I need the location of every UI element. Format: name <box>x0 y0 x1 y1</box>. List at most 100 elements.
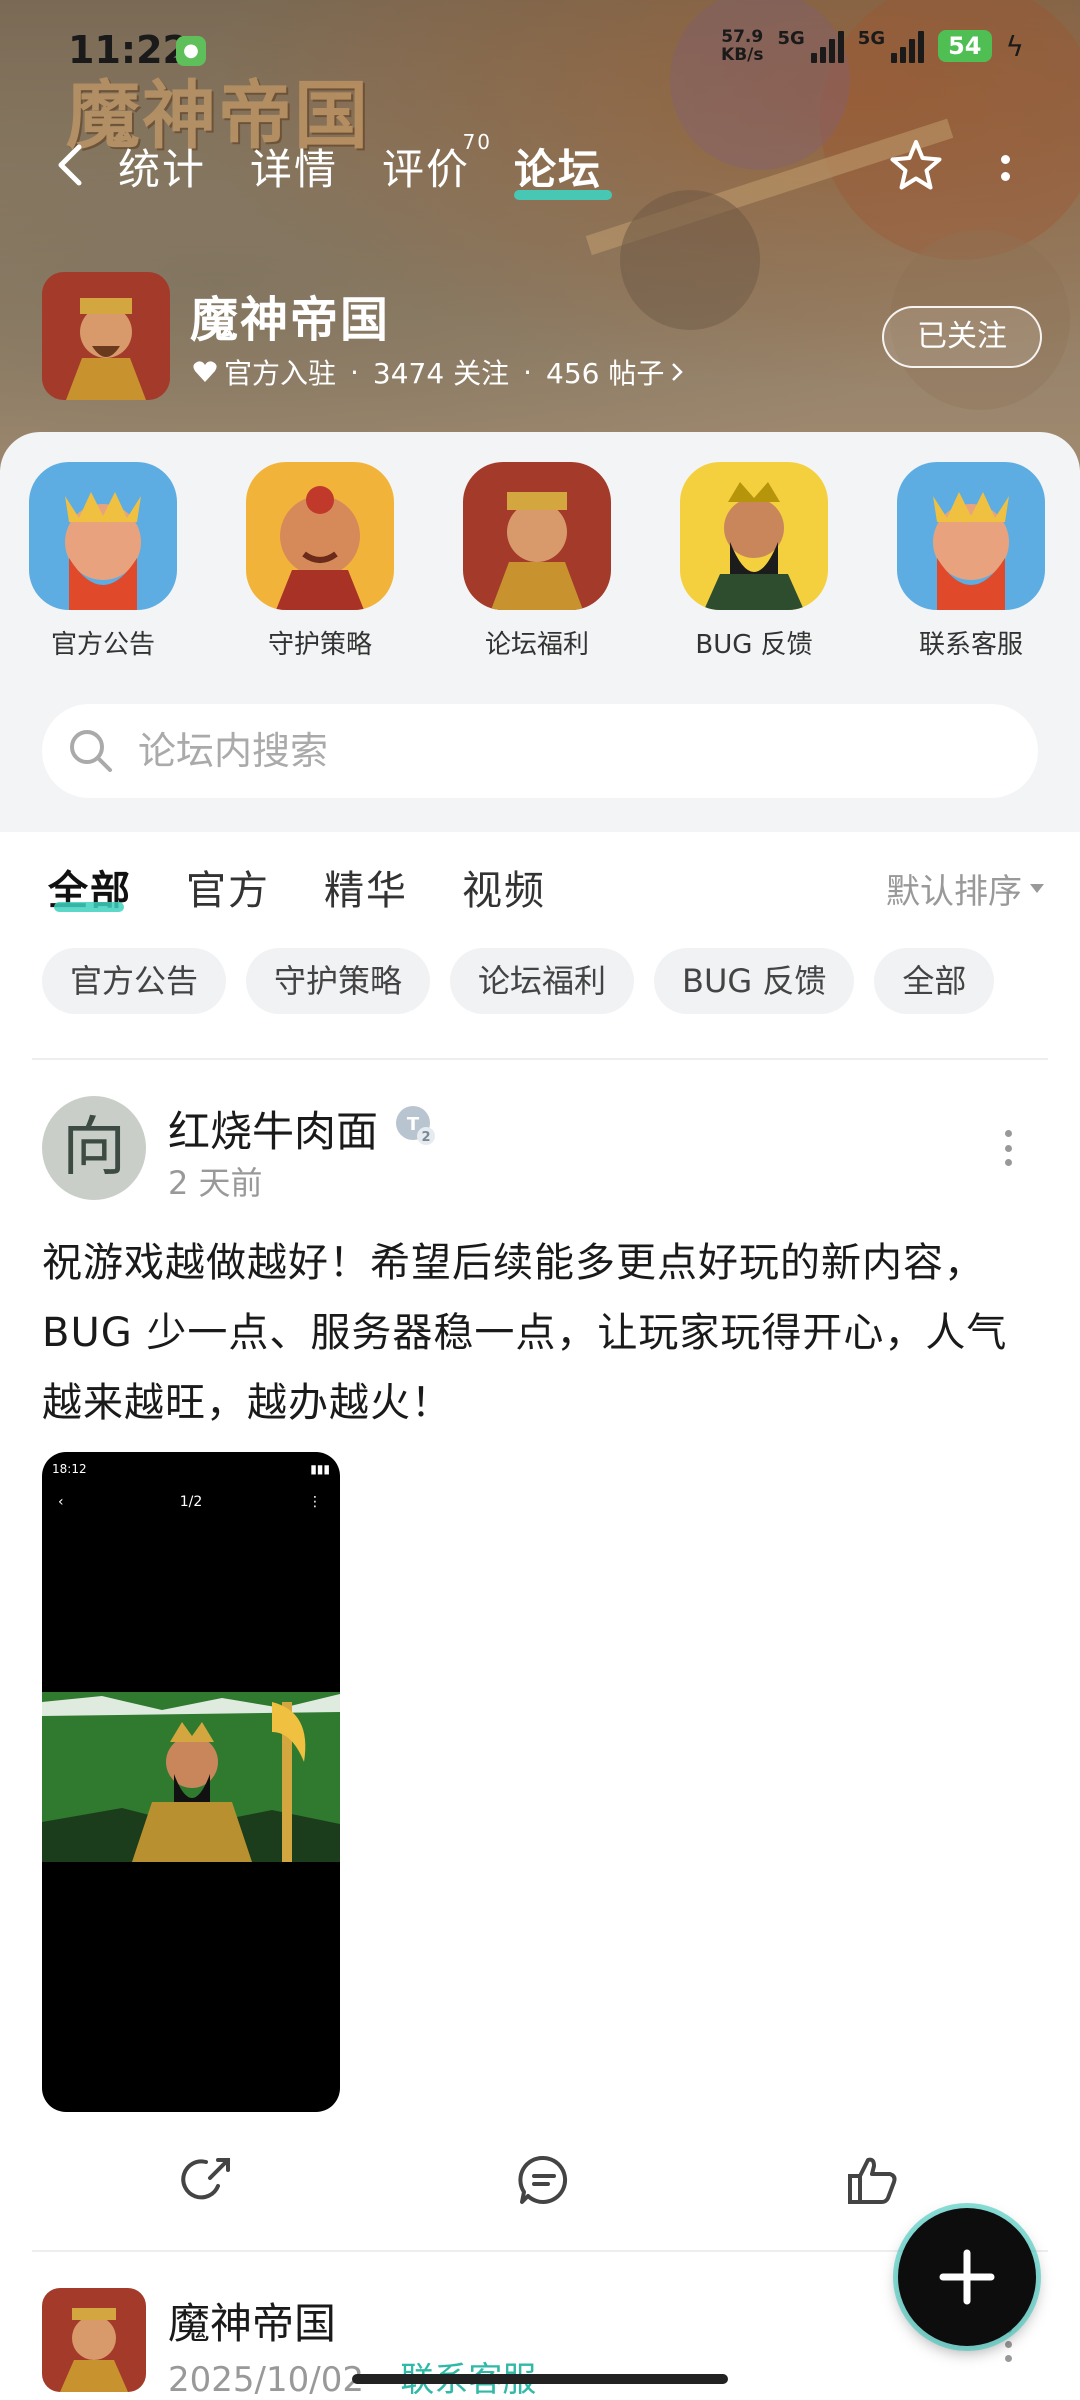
screenshot-artwork <box>42 1692 340 1862</box>
active-tab-indicator <box>514 190 612 200</box>
image-page-indicator: 1/2 <box>179 1494 203 1510</box>
game-meta[interactable]: 官方入驻 · 3474 关注 · 456 帖子 <box>192 352 684 392</box>
game-portrait-image <box>42 272 170 400</box>
status-time: 11:22 <box>68 28 189 72</box>
svg-text:T: T <box>407 1114 420 1135</box>
sim2-label: 5G <box>857 28 886 49</box>
net-speed: 57.9 KB/s <box>721 28 763 64</box>
image-status-time: 18:12 <box>52 1462 87 1476</box>
more-options-button[interactable] <box>990 140 1020 196</box>
category-announcements[interactable]: 官方公告 <box>28 462 178 661</box>
svg-text:2: 2 <box>421 1130 430 1145</box>
filter-tab-featured[interactable]: 精华 <box>324 858 408 916</box>
sort-dropdown[interactable]: 默认排序 <box>886 864 1044 913</box>
charging-icon: ϟ <box>1005 29 1024 63</box>
category-customer-service[interactable]: 联系客服 <box>896 462 1046 661</box>
signal-icon <box>891 29 925 63</box>
battery-level: 54 <box>938 30 992 62</box>
back-button[interactable] <box>50 140 90 190</box>
more-icon: ⋮ <box>308 1494 322 1510</box>
category-avatar <box>680 462 828 610</box>
sim1-label: 5G <box>777 28 805 49</box>
chevron-left-icon <box>58 144 82 186</box>
tab-reviews[interactable]: 评价 70 <box>382 130 490 197</box>
sub-category-chips: 官方公告 守护策略 论坛福利 BUG 反馈 全部 <box>42 948 995 1014</box>
chip-benefits[interactable]: 论坛福利 <box>450 948 635 1014</box>
avatar[interactable]: 向 <box>42 1096 146 1200</box>
followers-count: 3474 关注 <box>372 357 510 390</box>
search-input[interactable] <box>138 704 998 798</box>
category-benefits[interactable]: 论坛福利 <box>462 462 612 661</box>
category-label: 联系客服 <box>918 630 1023 660</box>
image-nav: ‹ 1/2 ⋮ <box>42 1494 340 1518</box>
new-post-button[interactable] <box>898 2208 1036 2346</box>
chip-strategy[interactable]: 守护策略 <box>246 948 431 1014</box>
post-author[interactable]: 红烧牛肉面 <box>168 1098 378 1159</box>
sort-label: 默认排序 <box>886 872 1022 912</box>
header-banner: 魔神帝国 11:22 ● 57.9 KB/s 5G 5G 54 ϟ 统计 详情 … <box>0 0 1080 470</box>
post-author[interactable]: 魔神帝国 <box>168 2290 336 2351</box>
chip-bug-report[interactable]: BUG 反馈 <box>654 948 855 1014</box>
divider <box>32 2250 1048 2252</box>
plus-icon <box>939 2249 995 2305</box>
reviews-count-badge: 70 <box>462 130 493 154</box>
net-speed-value: 57.9 <box>721 27 764 47</box>
share-icon[interactable] <box>176 2150 236 2210</box>
caret-down-icon <box>1030 884 1044 893</box>
net-speed-unit: KB/s <box>721 45 764 65</box>
category-label: 官方公告 <box>50 630 155 660</box>
image-status-bar: 18:12 ▮▮▮ <box>52 1462 330 1480</box>
status-bar: 11:22 ● 57.9 KB/s 5G 5G 54 ϟ <box>0 0 1080 96</box>
category-avatar <box>463 462 611 610</box>
chevron-right-icon <box>672 363 684 381</box>
status-right: 57.9 KB/s 5G 5G 54 ϟ <box>721 28 1024 64</box>
level-badge-icon: T2 <box>396 1106 435 1145</box>
avatar-char: 向 <box>62 1111 126 1185</box>
tab-details[interactable]: 详情 <box>250 136 338 197</box>
image-status-icons: ▮▮▮ <box>310 1462 330 1476</box>
top-nav: 统计 详情 评价 70 论坛 <box>0 128 1080 208</box>
post-image[interactable]: 18:12 ▮▮▮ ‹ 1/2 ⋮ <box>42 1452 340 2112</box>
filter-tab-official[interactable]: 官方 <box>186 858 270 916</box>
avatar[interactable] <box>42 2288 146 2392</box>
post-body[interactable]: 祝游戏越做越好！希望后续能多更点好玩的新内容，BUG 少一点、服务器稳一点，让玩… <box>42 1228 1042 1438</box>
post-more-button[interactable] <box>998 1130 1018 1166</box>
category-label: BUG 反馈 <box>695 630 813 660</box>
like-icon[interactable] <box>842 2150 902 2210</box>
tab-forum[interactable]: 论坛 <box>514 136 602 197</box>
star-icon <box>890 140 942 190</box>
chip-announcements[interactable]: 官方公告 <box>42 948 227 1014</box>
post-time: 2 天前 <box>168 1164 263 1202</box>
game-title: 魔神帝国 <box>190 292 391 348</box>
filter-tab-video[interactable]: 视频 <box>462 858 546 916</box>
category-avatar <box>246 462 394 610</box>
notification-app-icon: ● <box>176 36 206 66</box>
post-actions <box>0 2140 1080 2220</box>
category-bug-report[interactable]: BUG 反馈 <box>679 462 829 661</box>
game-info: 魔神帝国 官方入驻 · 3474 关注 · 456 帖子 已关注 <box>42 272 1042 402</box>
posts-count: 456 帖子 <box>546 357 665 390</box>
comment-icon[interactable] <box>514 2150 574 2210</box>
category-panel: 官方公告 守护策略 论坛福利 BUG 反馈 联系客服 <box>0 432 1080 832</box>
divider <box>32 1058 1048 1060</box>
search-icon <box>70 730 112 772</box>
follow-button[interactable]: 已关注 <box>882 306 1042 368</box>
tab-reviews-label: 评价 <box>382 145 471 194</box>
category-strategy[interactable]: 守护策略 <box>245 462 395 661</box>
signal-icon <box>810 29 844 63</box>
chip-all[interactable]: 全部 <box>874 948 995 1014</box>
favorite-button[interactable] <box>886 136 946 196</box>
category-avatar <box>897 462 1045 610</box>
filter-tabs: 全部 官方 精华 视频 默认排序 <box>0 832 1080 932</box>
forum-search[interactable] <box>42 704 1038 798</box>
category-label: 守护策略 <box>267 630 372 660</box>
official-label: 官方入驻 <box>224 357 337 390</box>
tab-stats[interactable]: 统计 <box>118 136 206 197</box>
active-filter-indicator <box>54 902 124 912</box>
avatar-image <box>42 2288 146 2392</box>
category-label: 论坛福利 <box>484 630 589 660</box>
game-icon[interactable] <box>42 272 170 400</box>
category-avatar <box>29 462 177 610</box>
home-indicator[interactable] <box>352 2374 728 2384</box>
verified-heart-icon <box>193 361 217 382</box>
